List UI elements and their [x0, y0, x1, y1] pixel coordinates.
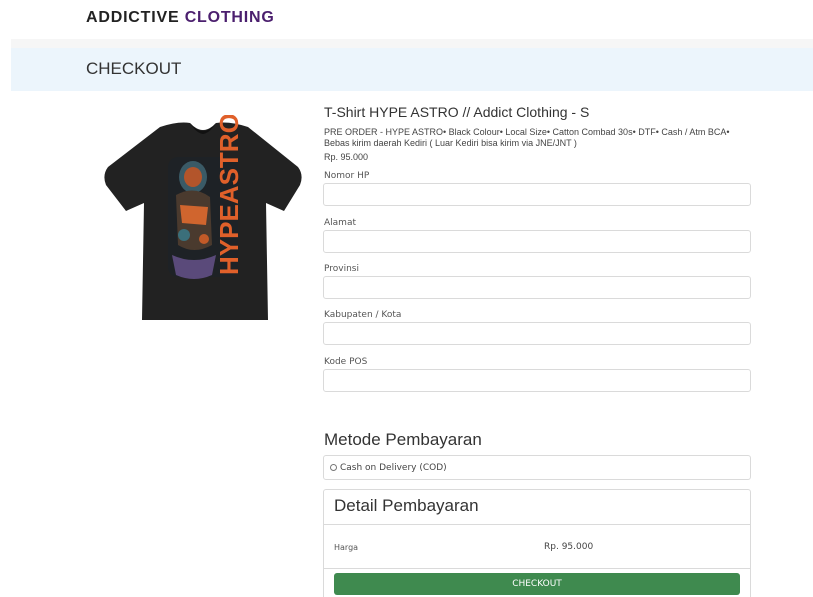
- label-nomor-hp: Nomor HP: [324, 171, 370, 181]
- provinsi-input[interactable]: [323, 276, 751, 299]
- checkout-banner: CHECKOUT: [11, 48, 813, 91]
- cod-option-label[interactable]: Cash on Delivery (COD): [340, 463, 447, 473]
- kabupaten-kota-input[interactable]: [323, 322, 751, 345]
- svg-text:HYPEASTRO: HYPEASTRO: [214, 115, 244, 275]
- nomor-hp-input[interactable]: [323, 183, 751, 206]
- label-alamat: Alamat: [324, 218, 356, 228]
- cod-option[interactable]: Cash on Delivery (COD): [323, 455, 751, 480]
- top-divider-strip: [11, 39, 813, 48]
- product-title: T-Shirt HYPE ASTRO // Addict Clothing - …: [324, 104, 590, 120]
- page-title: CHECKOUT: [86, 59, 182, 78]
- product-description: PRE ORDER - HYPE ASTRO• Black Colour• Lo…: [324, 127, 730, 148]
- label-kabupaten-kota: Kabupaten / Kota: [324, 310, 402, 320]
- checkout-button[interactable]: CHECKOUT: [334, 573, 740, 595]
- brand-main-text: ADDICTIVE: [86, 9, 180, 26]
- cod-radio-button[interactable]: [330, 464, 337, 471]
- brand-accent-text: CLOTHING: [184, 9, 275, 26]
- payment-detail-title: Detail Pembayaran: [334, 496, 479, 515]
- detail-divider: [324, 568, 750, 569]
- product-image-tshirt-icon: HYPEASTRO: [104, 115, 302, 320]
- payment-method-title: Metode Pembayaran: [324, 430, 482, 449]
- price-value: Rp. 95.000: [544, 542, 594, 552]
- label-provinsi: Provinsi: [324, 264, 359, 274]
- label-kode-pos: Kode POS: [324, 357, 368, 367]
- brand-logo[interactable]: ADDICTIVE CLOTHING: [86, 9, 275, 27]
- price-label: Harga: [334, 543, 359, 552]
- payment-detail-header: Detail Pembayaran: [324, 490, 750, 525]
- product-price: Rp. 95.000: [324, 152, 369, 162]
- product-info: T-Shirt HYPE ASTRO // Addict Clothing - …: [324, 104, 752, 162]
- kode-pos-input[interactable]: [323, 369, 751, 392]
- alamat-input[interactable]: [323, 230, 751, 253]
